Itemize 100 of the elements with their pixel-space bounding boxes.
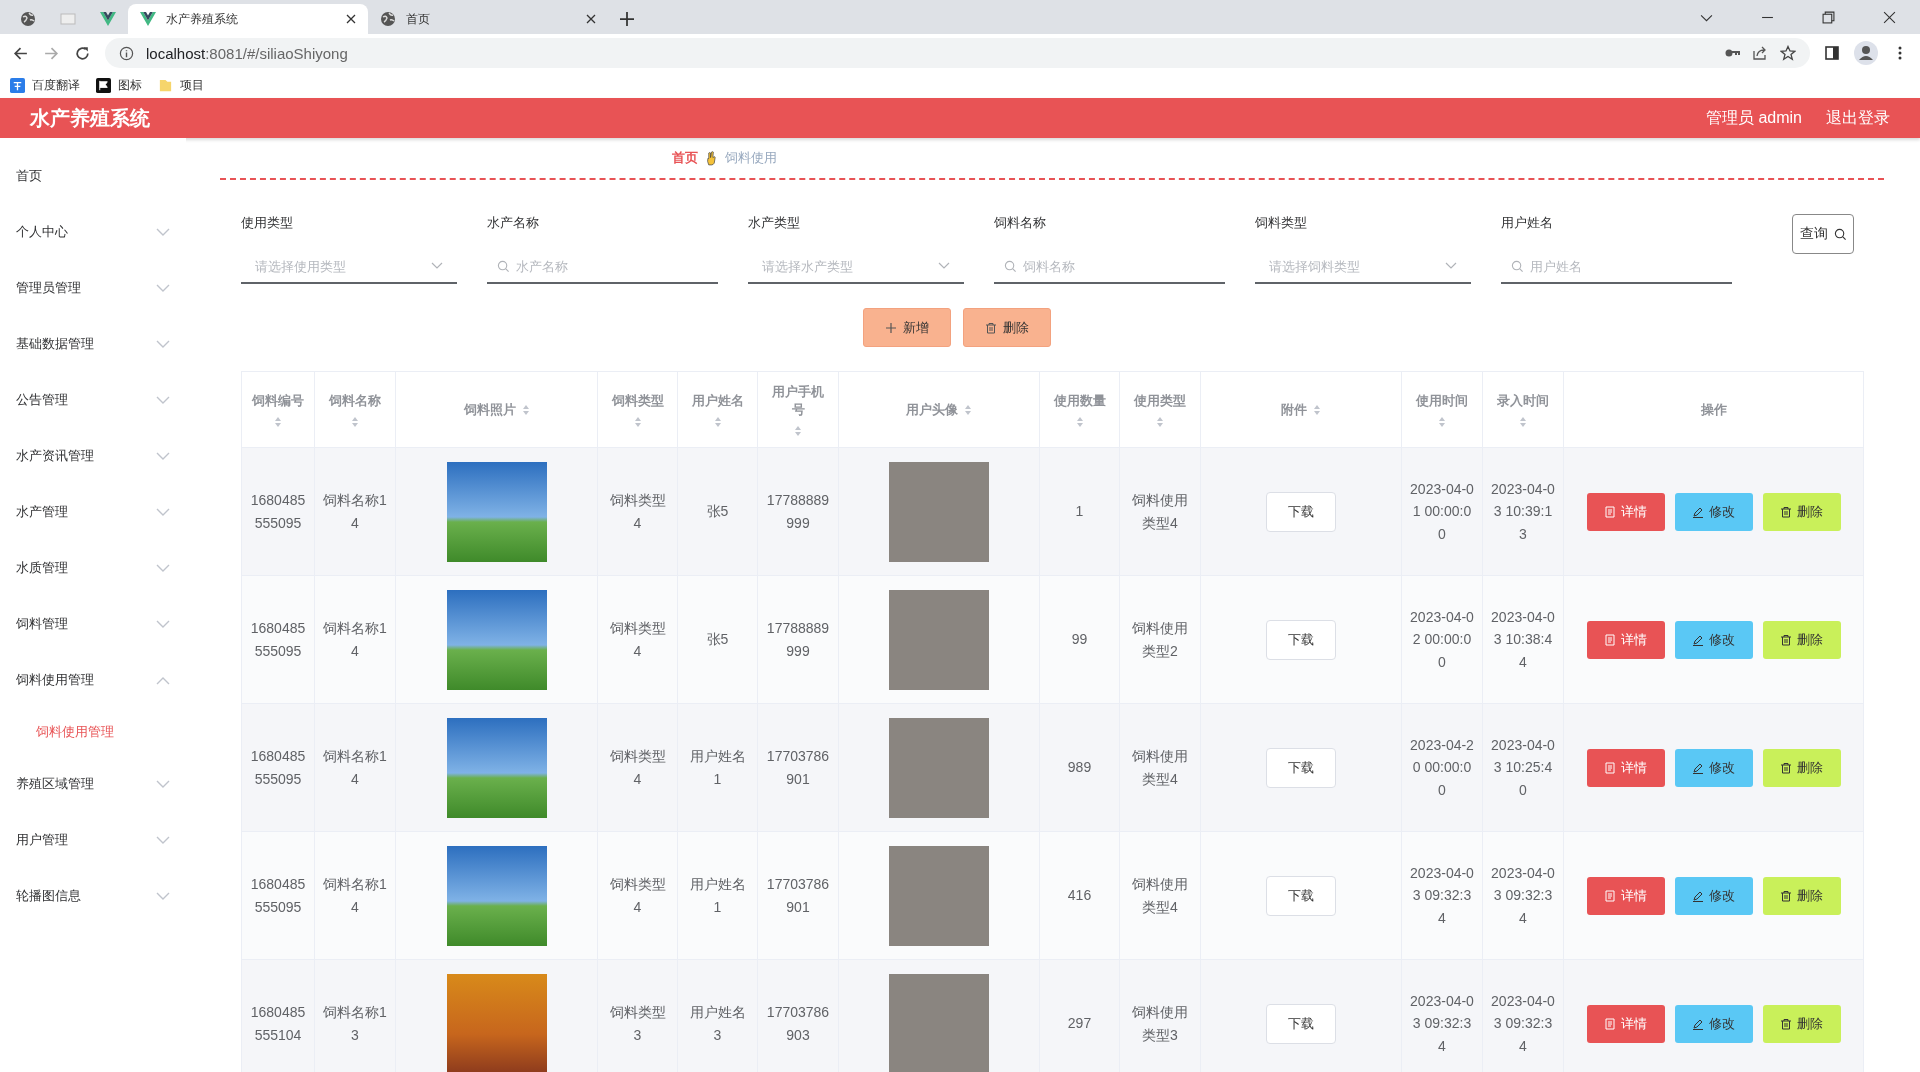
table-cell-text: 2023-04-03 09:32:34 bbox=[1491, 863, 1555, 928]
close-icon[interactable] bbox=[346, 14, 356, 24]
page-icon bbox=[60, 11, 76, 27]
delete-button[interactable]: 删除 bbox=[1762, 620, 1841, 659]
edit-button[interactable]: 修改 bbox=[1674, 492, 1753, 531]
close-icon[interactable] bbox=[586, 14, 596, 24]
browser-tab[interactable]: 水产养殖系统 bbox=[128, 4, 368, 34]
select-field[interactable]: 请选择使用类型 bbox=[255, 251, 425, 281]
edit-button[interactable]: 修改 bbox=[1674, 748, 1753, 787]
star-icon[interactable] bbox=[1780, 45, 1796, 61]
share-icon[interactable] bbox=[1752, 45, 1768, 61]
delete-button[interactable]: 删除 bbox=[1762, 876, 1841, 915]
select-field[interactable]: 请选择水产类型 bbox=[762, 251, 932, 281]
sidebar-item[interactable]: 公告管理 bbox=[0, 372, 186, 428]
table-cell-text: 饲料类型4 bbox=[608, 619, 667, 661]
table-cell-text: 17703786901 bbox=[766, 875, 830, 917]
download-button[interactable]: 下载 bbox=[1266, 875, 1336, 916]
filter-label: 使用类型 bbox=[241, 214, 294, 232]
download-button[interactable]: 下载 bbox=[1266, 1003, 1336, 1044]
table-cell-text: 2023-04-01 00:00:00 bbox=[1410, 479, 1474, 544]
input-field[interactable]: 饲料名称 bbox=[1023, 251, 1211, 281]
table-cell-text: 饲料类型4 bbox=[608, 491, 667, 533]
delete-button[interactable]: 删除 bbox=[963, 308, 1051, 347]
close-icon[interactable] bbox=[1883, 11, 1896, 24]
pencil-icon bbox=[1692, 1017, 1704, 1030]
download-button[interactable]: 下载 bbox=[1266, 747, 1336, 788]
table-cell-text: 1680485555095 bbox=[250, 491, 306, 533]
sort-icon bbox=[794, 424, 802, 437]
table-cell-text: 1 bbox=[1075, 502, 1084, 522]
table-cell-text: 用户姓名3 bbox=[688, 1003, 747, 1045]
document-icon bbox=[1604, 761, 1616, 774]
trash-icon bbox=[1780, 633, 1792, 646]
sidebar-item[interactable]: 基础数据管理 bbox=[0, 316, 186, 372]
sidebar-item[interactable]: 管理员管理 bbox=[0, 260, 186, 316]
sidebar-item[interactable]: 轮播图信息 bbox=[0, 868, 186, 924]
sidebar-item[interactable]: 水产管理 bbox=[0, 484, 186, 540]
sidebar-item[interactable]: 养殖区域管理 bbox=[0, 756, 186, 812]
table-cell-text: 饲料名称13 bbox=[323, 1003, 387, 1045]
sidebar-toggle-icon[interactable] bbox=[1824, 45, 1840, 61]
logout-link[interactable]: 退出登录 bbox=[1826, 107, 1890, 129]
table-cell-text: 2023-04-03 09:32:34 bbox=[1410, 863, 1474, 928]
pencil-icon bbox=[1692, 505, 1704, 518]
table-cell-text: 17788889999 bbox=[766, 491, 830, 533]
select-field[interactable]: 请选择饲料类型 bbox=[1269, 251, 1439, 281]
sidebar-item[interactable]: 水产资讯管理 bbox=[0, 428, 186, 484]
delete-button[interactable]: 删除 bbox=[1762, 1004, 1841, 1043]
reload-icon[interactable] bbox=[74, 44, 91, 62]
detail-button[interactable]: 详情 bbox=[1586, 748, 1665, 787]
bookmark[interactable]: 百度翻译 bbox=[10, 76, 80, 94]
table-cell-text: 饲料名称14 bbox=[323, 491, 387, 533]
edit-button[interactable]: 修改 bbox=[1674, 620, 1753, 659]
download-button[interactable]: 下载 bbox=[1266, 491, 1336, 532]
document-icon bbox=[1604, 505, 1616, 518]
input-field[interactable]: 水产名称 bbox=[516, 251, 704, 281]
table-cell-text: 饲料使用类型4 bbox=[1131, 491, 1189, 533]
trash-icon bbox=[1780, 761, 1792, 774]
delete-button[interactable]: 删除 bbox=[1762, 748, 1841, 787]
sort-icon bbox=[351, 415, 359, 428]
table-cell-text: 饲料使用类型4 bbox=[1131, 875, 1189, 917]
new-tab-icon[interactable] bbox=[620, 12, 634, 26]
sidebar-item[interactable]: 用户管理 bbox=[0, 812, 186, 868]
search-button[interactable]: 查询 bbox=[1792, 214, 1854, 254]
trash-icon bbox=[1780, 889, 1792, 902]
table-cell-text: 2023-04-03 10:38:44 bbox=[1491, 607, 1555, 672]
detail-button[interactable]: 详情 bbox=[1586, 876, 1665, 915]
sidebar-item[interactable]: 个人中心 bbox=[0, 204, 186, 260]
sidebar-subitem[interactable]: 饲料使用管理 bbox=[0, 708, 186, 756]
sidebar-item[interactable]: 饲料管理 bbox=[0, 596, 186, 652]
tab-title: 水产养殖系统 bbox=[166, 10, 239, 28]
table-cell-text: 饲料使用类型2 bbox=[1131, 619, 1189, 661]
bookmark[interactable]: 项目 bbox=[158, 76, 204, 94]
detail-button[interactable]: 详情 bbox=[1586, 620, 1665, 659]
download-button[interactable]: 下载 bbox=[1266, 619, 1336, 660]
detail-button[interactable]: 详情 bbox=[1586, 492, 1665, 531]
delete-button[interactable]: 删除 bbox=[1762, 492, 1841, 531]
table-cell-text: 297 bbox=[1067, 1014, 1092, 1034]
document-icon bbox=[1604, 633, 1616, 646]
column-header: 操作 bbox=[1563, 371, 1864, 448]
detail-button[interactable]: 详情 bbox=[1586, 1004, 1665, 1043]
breadcrumb-link[interactable]: 首页 bbox=[672, 149, 698, 167]
address-field[interactable]: localhost:8081/#/siliaoShiyong bbox=[105, 38, 1810, 68]
browser-tab[interactable]: 首页 bbox=[368, 4, 608, 34]
table-cell-text: 饲料名称14 bbox=[323, 875, 387, 917]
search-icon bbox=[497, 259, 510, 273]
bookmark[interactable]: 图标 bbox=[96, 76, 142, 94]
filter-label: 用户姓名 bbox=[1501, 214, 1554, 232]
edit-button[interactable]: 修改 bbox=[1674, 1004, 1753, 1043]
edit-button[interactable]: 修改 bbox=[1674, 876, 1753, 915]
restore-icon[interactable] bbox=[1822, 11, 1835, 24]
pencil-icon bbox=[1692, 761, 1704, 774]
globe-icon bbox=[20, 11, 36, 27]
input-field[interactable]: 用户姓名 bbox=[1530, 251, 1718, 281]
sidebar-item[interactable]: 水质管理 bbox=[0, 540, 186, 596]
sidebar-item[interactable]: 饲料使用管理 bbox=[0, 652, 186, 708]
info-icon bbox=[119, 45, 134, 61]
sidebar-item[interactable]: 首页 bbox=[0, 148, 186, 204]
trash-icon bbox=[1780, 505, 1792, 518]
profile-icon[interactable] bbox=[1854, 41, 1878, 65]
filter-label: 水产名称 bbox=[487, 214, 540, 232]
add-button[interactable]: 新增 bbox=[863, 308, 951, 347]
